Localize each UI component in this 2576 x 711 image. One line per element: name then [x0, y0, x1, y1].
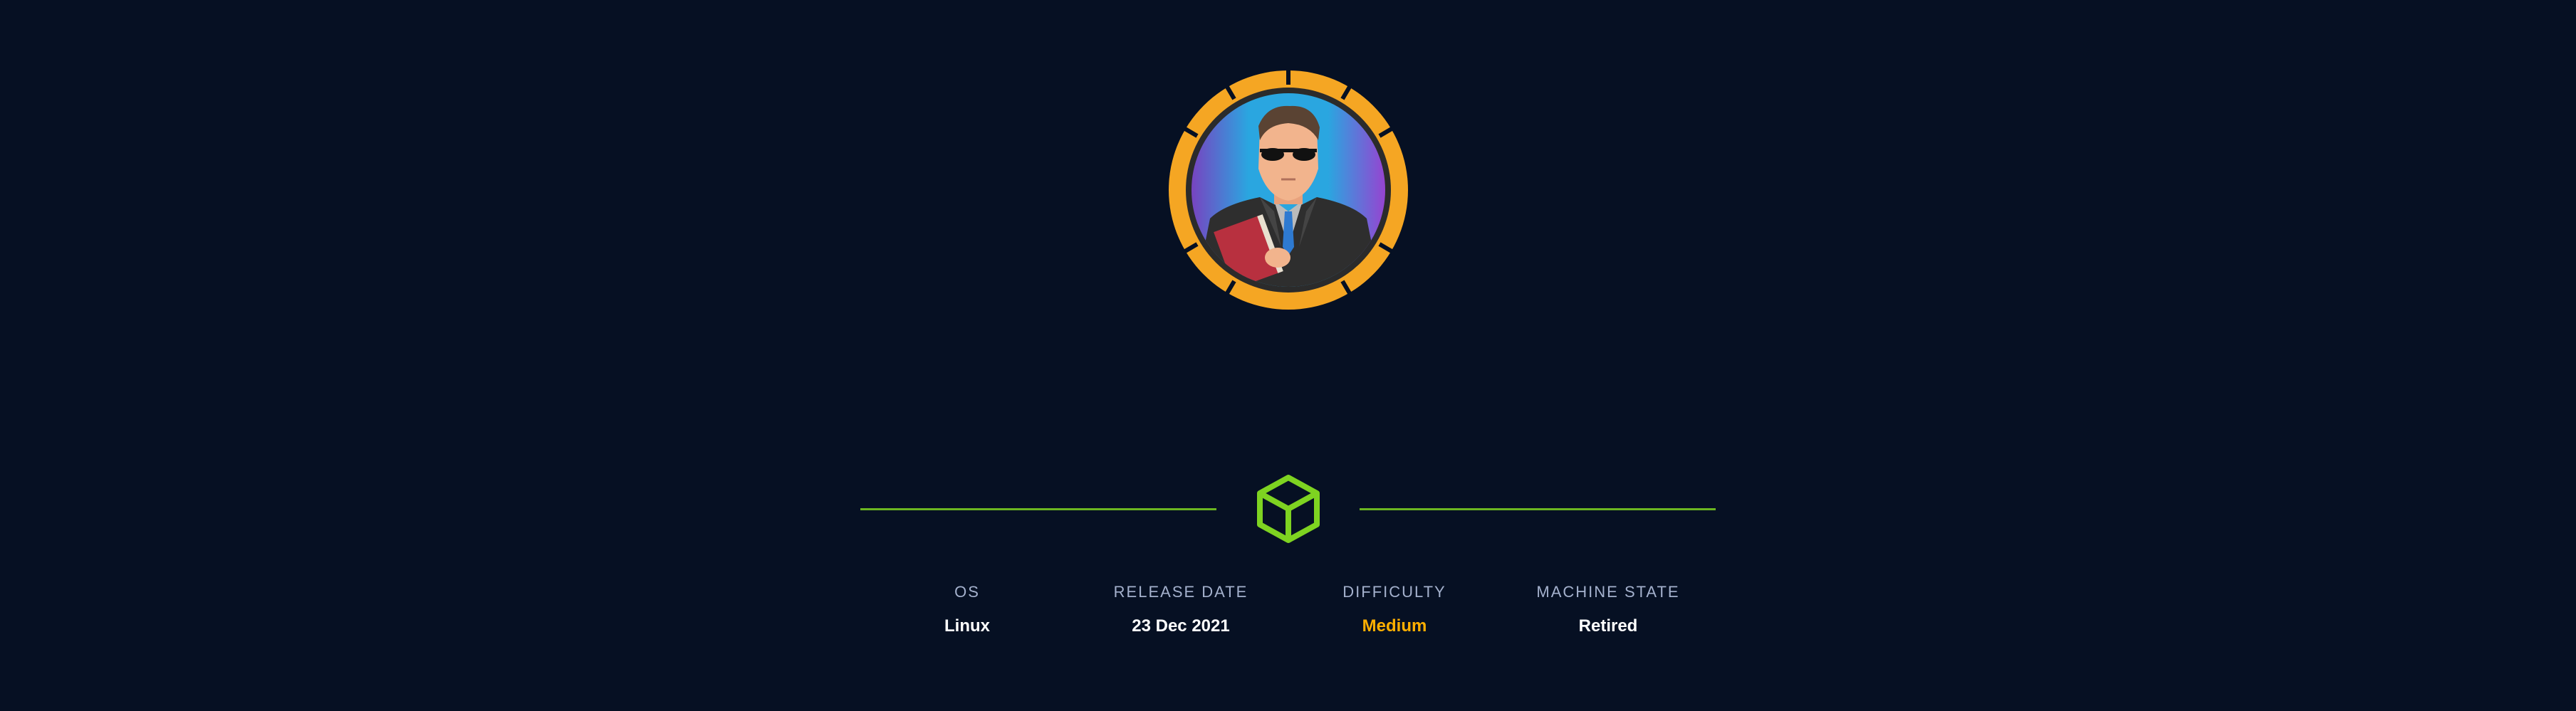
- machine-info-page: OS Linux RELEASE DATE 23 Dec 2021 DIFFIC…: [0, 0, 2576, 711]
- stat-os: OS Linux: [860, 576, 1074, 642]
- stat-release-date: RELEASE DATE 23 Dec 2021: [1074, 576, 1288, 642]
- stat-label-difficulty: DIFFICULTY: [1342, 583, 1446, 601]
- stat-label-os: OS: [954, 583, 980, 601]
- stat-value-difficulty: Medium: [1362, 616, 1427, 636]
- stat-value-release-date: 23 Dec 2021: [1132, 616, 1230, 636]
- cube-icon: [1256, 473, 1321, 544]
- stat-label-machine-state: MACHINE STATE: [1536, 583, 1680, 601]
- agent-avatar-icon: [1169, 70, 1408, 310]
- stat-label-release-date: RELEASE DATE: [1113, 583, 1248, 601]
- divider-line-left: [860, 508, 1216, 510]
- stat-value-os: Linux: [944, 616, 990, 636]
- stat-difficulty: DIFFICULTY Medium: [1288, 576, 1501, 642]
- machine-stats: OS Linux RELEASE DATE 23 Dec 2021 DIFFIC…: [860, 576, 1716, 648]
- machine-avatar: [1167, 69, 1409, 311]
- stat-machine-state: MACHINE STATE Retired: [1501, 576, 1715, 642]
- section-divider: [860, 473, 1716, 544]
- stat-value-machine-state: Retired: [1578, 616, 1638, 636]
- divider-line-right: [1360, 508, 1716, 510]
